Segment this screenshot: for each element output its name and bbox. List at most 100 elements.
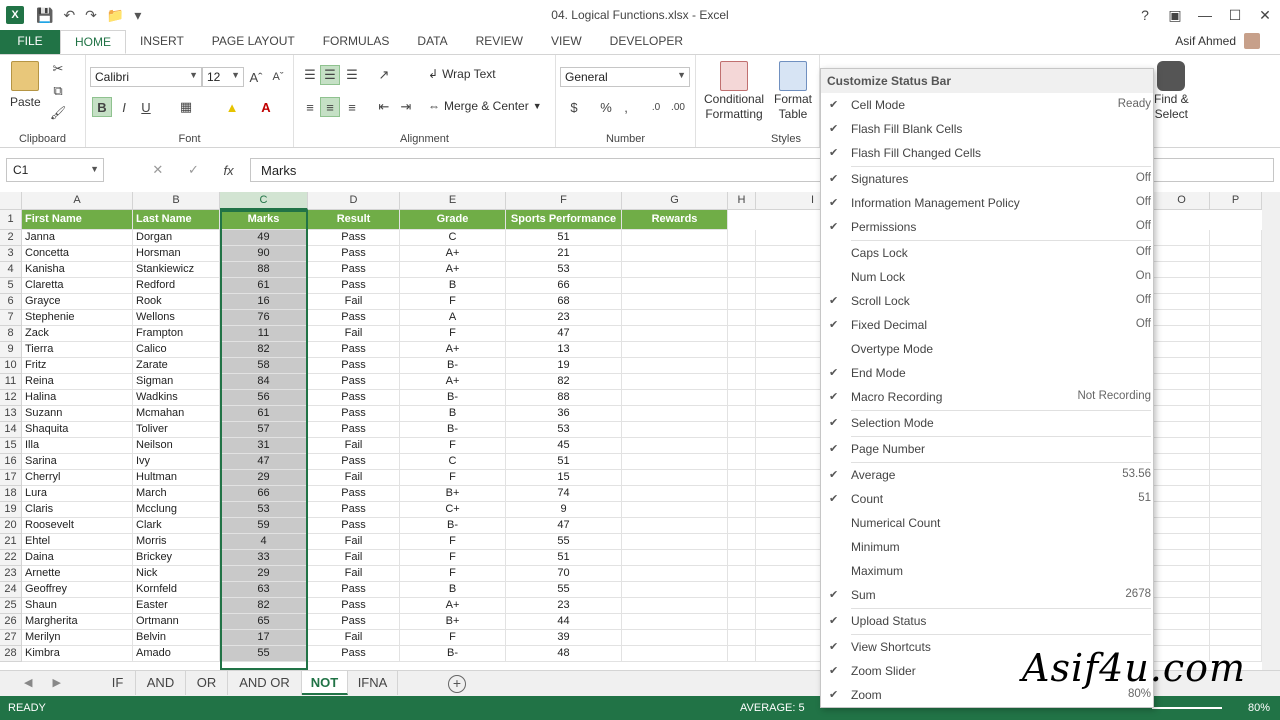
row-header[interactable]: 18 xyxy=(0,486,22,502)
table-cell[interactable]: 17 xyxy=(220,630,308,646)
table-cell[interactable]: Pass xyxy=(308,486,400,502)
table-cell[interactable] xyxy=(728,422,756,438)
table-cell[interactable]: F xyxy=(400,470,506,486)
table-cell[interactable] xyxy=(1154,518,1210,534)
table-cell[interactable] xyxy=(1154,422,1210,438)
table-cell[interactable]: 44 xyxy=(506,614,622,630)
decrease-decimal-icon[interactable]: .00 xyxy=(668,97,688,117)
row-header[interactable]: 6 xyxy=(0,294,22,310)
table-cell[interactable]: 82 xyxy=(220,342,308,358)
table-cell[interactable] xyxy=(1154,598,1210,614)
table-cell[interactable] xyxy=(728,518,756,534)
table-cell[interactable]: Dorgan xyxy=(133,230,220,246)
table-cell[interactable]: 90 xyxy=(220,246,308,262)
table-cell[interactable]: Ehtel xyxy=(22,534,133,550)
row-header[interactable]: 21 xyxy=(0,534,22,550)
bold-button[interactable]: B xyxy=(92,97,112,117)
table-cell[interactable]: 88 xyxy=(506,390,622,406)
align-left-icon[interactable]: ≡ xyxy=(300,97,320,117)
table-cell[interactable] xyxy=(1210,230,1262,246)
table-cell[interactable] xyxy=(1210,262,1262,278)
decrease-indent-icon[interactable]: ⇤ xyxy=(374,97,394,117)
table-cell[interactable]: C xyxy=(400,454,506,470)
table-cell[interactable]: 23 xyxy=(506,310,622,326)
table-cell[interactable]: 48 xyxy=(506,646,622,662)
tab-developer[interactable]: DEVELOPER xyxy=(596,30,697,54)
menu-item-zoom[interactable]: ✔ Zoom 80% xyxy=(821,683,1153,707)
table-cell[interactable]: 56 xyxy=(220,390,308,406)
table-cell[interactable]: Frampton xyxy=(133,326,220,342)
table-cell[interactable]: 58 xyxy=(220,358,308,374)
bottom-align-icon[interactable]: ☰ xyxy=(342,65,362,85)
table-cell[interactable]: Clark xyxy=(133,518,220,534)
tab-review[interactable]: REVIEW xyxy=(462,30,537,54)
table-cell[interactable]: Hultman xyxy=(133,470,220,486)
table-cell[interactable] xyxy=(728,278,756,294)
table-cell[interactable]: B- xyxy=(400,358,506,374)
font-name-select[interactable]: Calibri ▼ xyxy=(90,67,202,87)
table-cell[interactable] xyxy=(1210,406,1262,422)
status-zoom[interactable]: 80% xyxy=(1248,702,1270,714)
prev-sheet-icon[interactable]: ◀ xyxy=(24,676,32,689)
table-cell[interactable] xyxy=(728,454,756,470)
column-header[interactable]: P xyxy=(1210,192,1262,210)
row-header[interactable]: 17 xyxy=(0,470,22,486)
insert-function-button[interactable]: fx xyxy=(224,163,234,178)
table-cell[interactable] xyxy=(622,342,728,358)
table-cell[interactable] xyxy=(1210,582,1262,598)
table-cell[interactable] xyxy=(1210,358,1262,374)
table-cell[interactable] xyxy=(728,358,756,374)
table-cell[interactable]: A+ xyxy=(400,246,506,262)
sheet-tab-and-or[interactable]: AND OR xyxy=(228,671,302,695)
table-cell[interactable]: Pass xyxy=(308,406,400,422)
table-cell[interactable]: 61 xyxy=(220,278,308,294)
table-cell[interactable]: 82 xyxy=(220,598,308,614)
table-cell[interactable]: 36 xyxy=(506,406,622,422)
table-cell[interactable] xyxy=(1210,470,1262,486)
table-cell[interactable]: Pass xyxy=(308,246,400,262)
table-cell[interactable]: Pass xyxy=(308,646,400,662)
row-header[interactable]: 15 xyxy=(0,438,22,454)
table-cell[interactable]: 53 xyxy=(506,262,622,278)
maximize-icon[interactable]: ☐ xyxy=(1220,0,1250,30)
table-cell[interactable]: C xyxy=(400,230,506,246)
table-cell[interactable]: Fail xyxy=(308,326,400,342)
table-cell[interactable]: F xyxy=(400,326,506,342)
table-cell[interactable]: Kanisha xyxy=(22,262,133,278)
table-cell[interactable]: C+ xyxy=(400,502,506,518)
table-cell[interactable]: Grayce xyxy=(22,294,133,310)
row-header[interactable]: 19 xyxy=(0,502,22,518)
decrease-font-icon[interactable]: Aˇ xyxy=(268,67,288,87)
name-box[interactable]: C1 ▼ xyxy=(6,158,104,182)
table-cell[interactable] xyxy=(728,598,756,614)
table-cell[interactable] xyxy=(622,310,728,326)
row-header[interactable]: 16 xyxy=(0,454,22,470)
table-cell[interactable] xyxy=(622,390,728,406)
table-cell[interactable]: Pass xyxy=(308,390,400,406)
table-cell[interactable]: Pass xyxy=(308,518,400,534)
table-cell[interactable]: March xyxy=(133,486,220,502)
table-cell[interactable] xyxy=(1154,454,1210,470)
table-cell[interactable] xyxy=(1154,390,1210,406)
table-cell[interactable]: 61 xyxy=(220,406,308,422)
table-cell[interactable] xyxy=(622,598,728,614)
table-cell[interactable] xyxy=(728,230,756,246)
table-cell[interactable]: Ivy xyxy=(133,454,220,470)
table-cell[interactable]: 68 xyxy=(506,294,622,310)
table-cell[interactable]: Ortmann xyxy=(133,614,220,630)
menu-item-signatures[interactable]: ✔ Signatures Off xyxy=(821,167,1153,191)
vertical-scrollbar[interactable] xyxy=(1262,192,1280,670)
undo-icon[interactable]: ↶ xyxy=(63,7,75,24)
menu-item-selection-mode[interactable]: ✔ Selection Mode xyxy=(821,411,1153,435)
row-header[interactable]: 20 xyxy=(0,518,22,534)
table-cell[interactable]: Lura xyxy=(22,486,133,502)
table-cell[interactable]: Pass xyxy=(308,454,400,470)
row-header[interactable]: 14 xyxy=(0,422,22,438)
table-cell[interactable] xyxy=(728,342,756,358)
menu-item-scroll-lock[interactable]: ✔ Scroll Lock Off xyxy=(821,289,1153,313)
table-cell[interactable]: Zack xyxy=(22,326,133,342)
table-cell[interactable]: 39 xyxy=(506,630,622,646)
table-cell[interactable] xyxy=(622,502,728,518)
table-cell[interactable] xyxy=(1154,486,1210,502)
table-cell[interactable] xyxy=(1210,502,1262,518)
